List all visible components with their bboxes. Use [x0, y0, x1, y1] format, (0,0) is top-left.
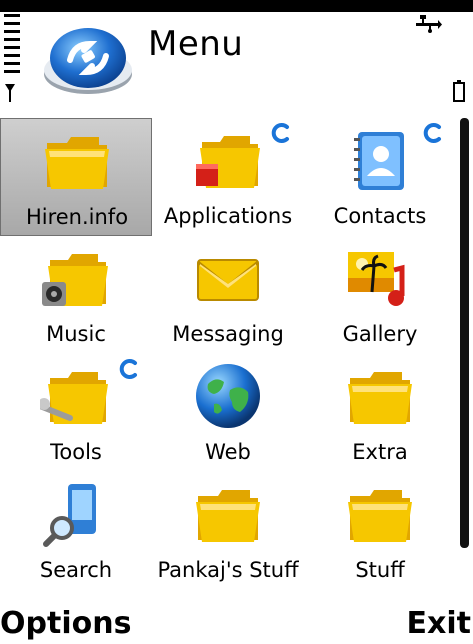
top-status-strip	[0, 0, 473, 12]
grid-item-label: Stuff	[355, 558, 405, 582]
folder-icon	[196, 490, 260, 542]
page-title: Menu	[148, 24, 244, 64]
grid-item-pankajs-stuff[interactable]: Pankaj's Stuff	[152, 472, 304, 590]
messaging-envelope-icon	[197, 259, 259, 301]
contacts-icon	[354, 132, 404, 190]
folder-icon	[348, 490, 412, 542]
grid-item-stuff[interactable]: Stuff	[304, 472, 456, 590]
grid-item-contacts[interactable]: Contacts	[304, 118, 456, 236]
grid-item-label: Search	[39, 558, 113, 582]
antenna-icon	[5, 84, 15, 102]
grid-item-hiren-info[interactable]: Hiren.info	[0, 118, 152, 236]
menu-logo-icon	[44, 28, 132, 94]
grid-item-gallery[interactable]: Gallery	[304, 236, 456, 354]
grid-item-label: Tools	[50, 440, 102, 464]
folder-icon	[45, 137, 109, 189]
grid-item-label: Applications	[163, 204, 293, 228]
grid-item-web[interactable]: Web	[152, 354, 304, 472]
grid-item-label: Gallery	[342, 322, 418, 346]
usb-connection-icon	[416, 15, 442, 33]
new-item-badge-icon	[423, 123, 441, 143]
grid-item-label: Music	[46, 322, 106, 346]
web-globe-icon	[196, 364, 260, 428]
search-icon	[43, 484, 96, 547]
tools-folder-icon	[40, 372, 108, 424]
folder-icon	[348, 372, 412, 424]
grid-item-music[interactable]: Music	[0, 236, 152, 354]
grid-item-search[interactable]: Search	[0, 472, 152, 590]
applications-folder-icon	[196, 136, 260, 188]
grid-item-label: Web	[205, 440, 251, 464]
grid-item-label: Pankaj's Stuff	[157, 558, 299, 582]
battery-icon	[453, 80, 465, 102]
gallery-icon	[348, 252, 405, 306]
grid-item-tools[interactable]: Tools	[0, 354, 152, 472]
grid-item-messaging[interactable]: Messaging	[152, 236, 304, 354]
music-folder-icon	[42, 254, 108, 306]
new-item-badge-icon	[271, 123, 289, 143]
app-grid: Hiren.info Applications Contacts Music M…	[0, 118, 456, 590]
options-softkey[interactable]: Options	[0, 606, 131, 641]
grid-item-extra[interactable]: Extra	[304, 354, 456, 472]
grid-item-label: Messaging	[172, 322, 284, 346]
exit-softkey[interactable]: Exit	[407, 606, 471, 641]
grid-item-label: Contacts	[333, 204, 427, 228]
grid-item-label: Hiren.info	[25, 205, 129, 229]
new-item-badge-icon	[119, 359, 137, 379]
grid-item-applications[interactable]: Applications	[152, 118, 304, 236]
grid-item-label: Extra	[352, 440, 408, 464]
scrollbar[interactable]	[460, 118, 469, 548]
